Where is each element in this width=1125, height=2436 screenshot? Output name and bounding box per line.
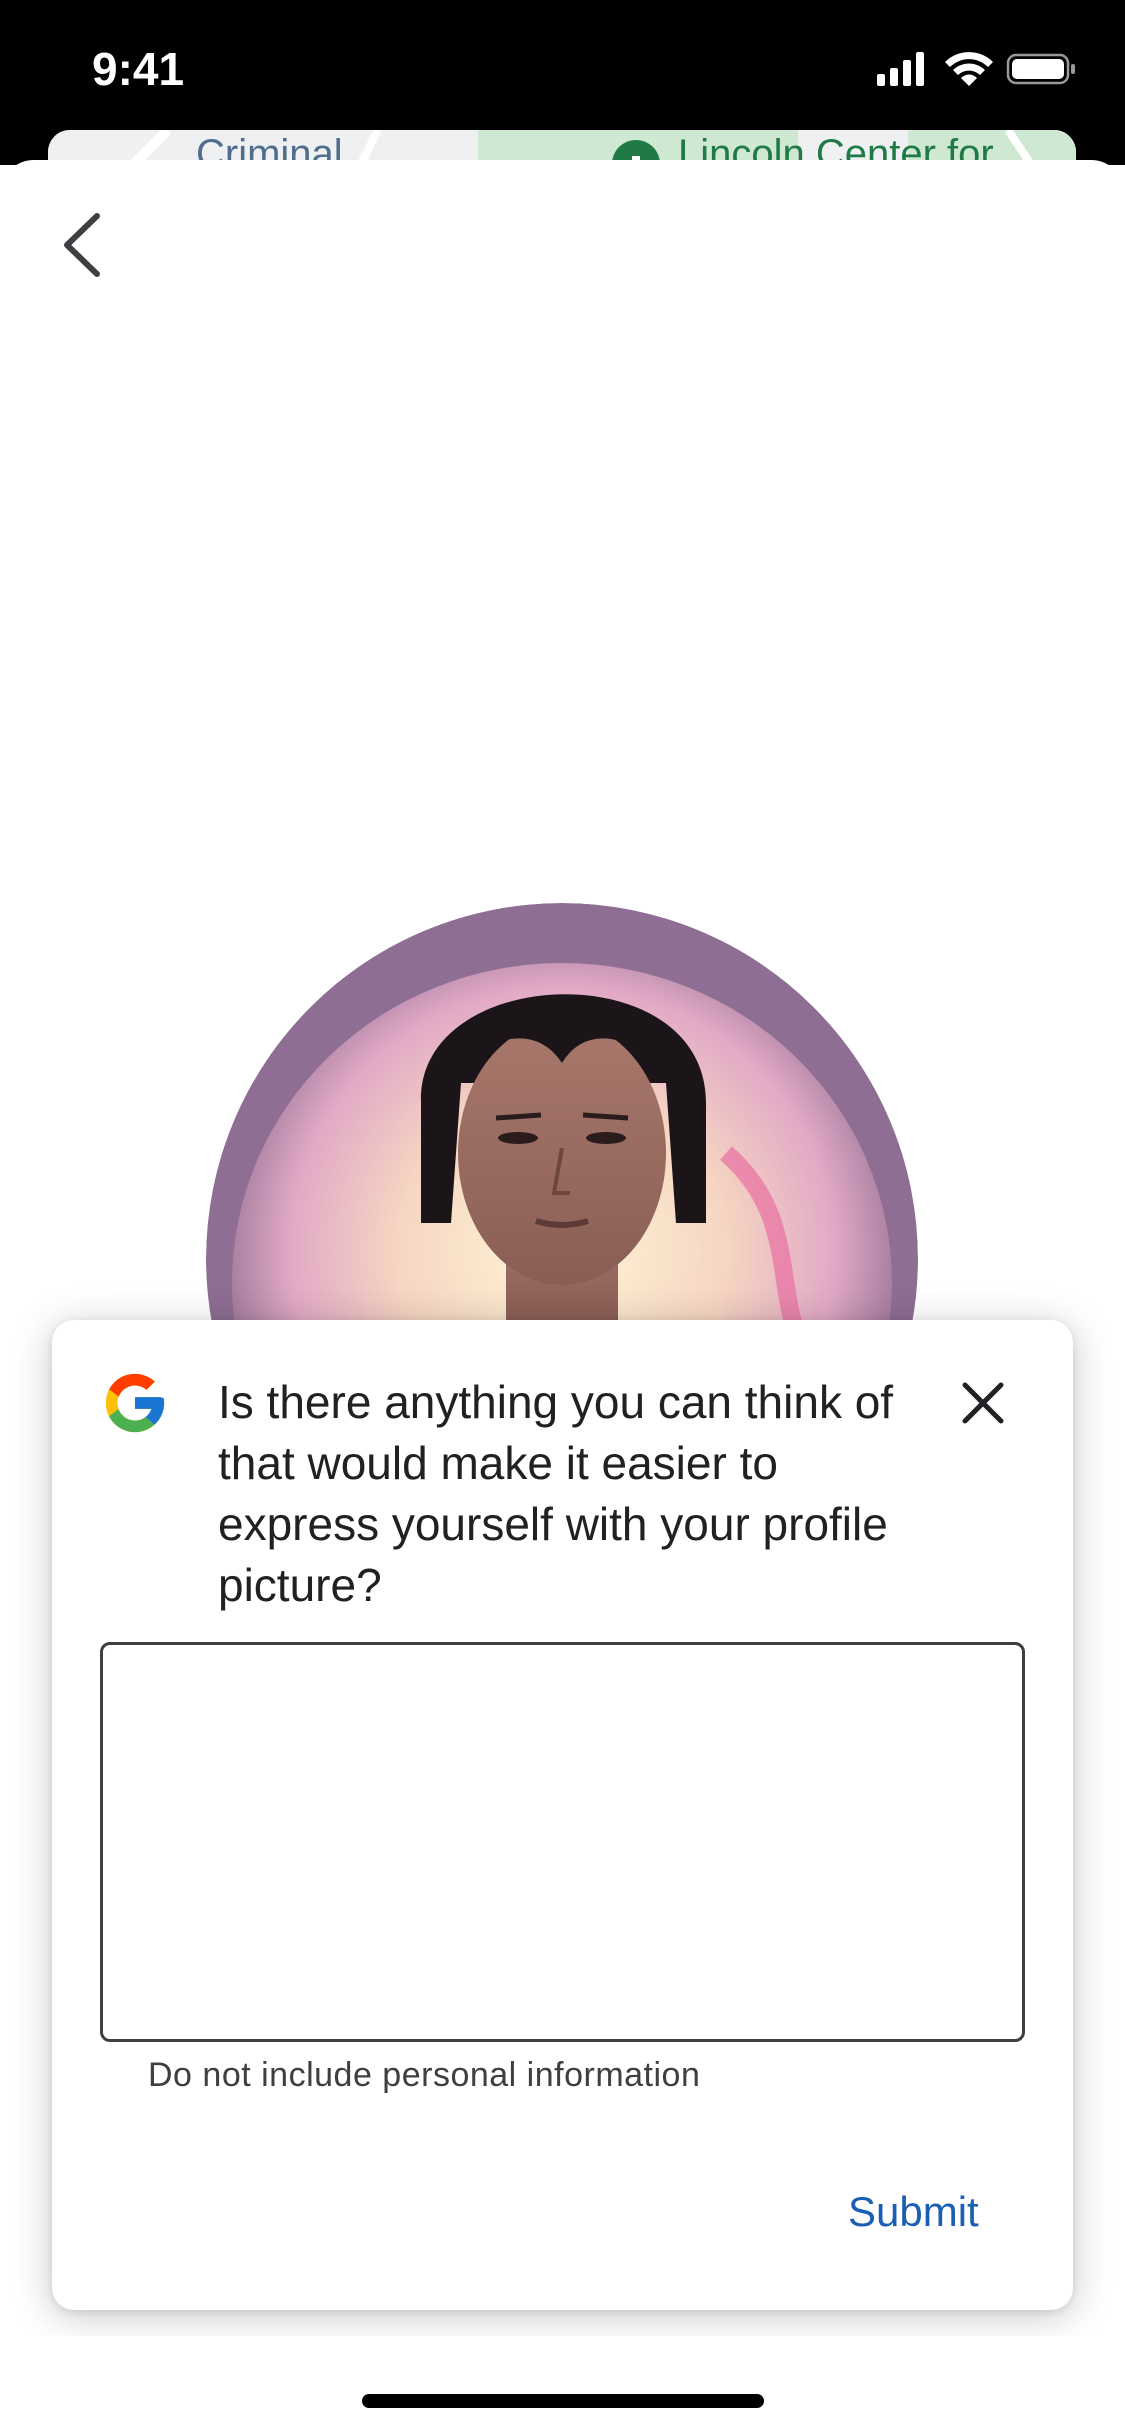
bottom-safe-area [0, 2336, 1125, 2436]
chevron-left-icon [64, 213, 100, 277]
privacy-hint: Do not include personal information [148, 2056, 701, 2094]
feedback-response-input[interactable] [100, 1642, 1025, 2042]
google-g-logo [105, 1373, 165, 1433]
feedback-question: Is there anything you can think of that … [218, 1376, 894, 1611]
feedback-card: Is there anything you can think of that … [52, 1320, 1073, 2310]
battery-icon [1006, 53, 1075, 85]
submit-button[interactable]: Submit [848, 2188, 979, 2236]
back-button[interactable] [52, 200, 112, 290]
home-indicator[interactable] [362, 2394, 764, 2408]
status-time: 9:41 [92, 43, 185, 95]
close-icon [962, 1382, 1004, 1424]
wifi-icon [945, 52, 993, 86]
close-button[interactable] [950, 1370, 1016, 1436]
signal-icon [877, 52, 924, 86]
status-icons [877, 52, 1075, 86]
